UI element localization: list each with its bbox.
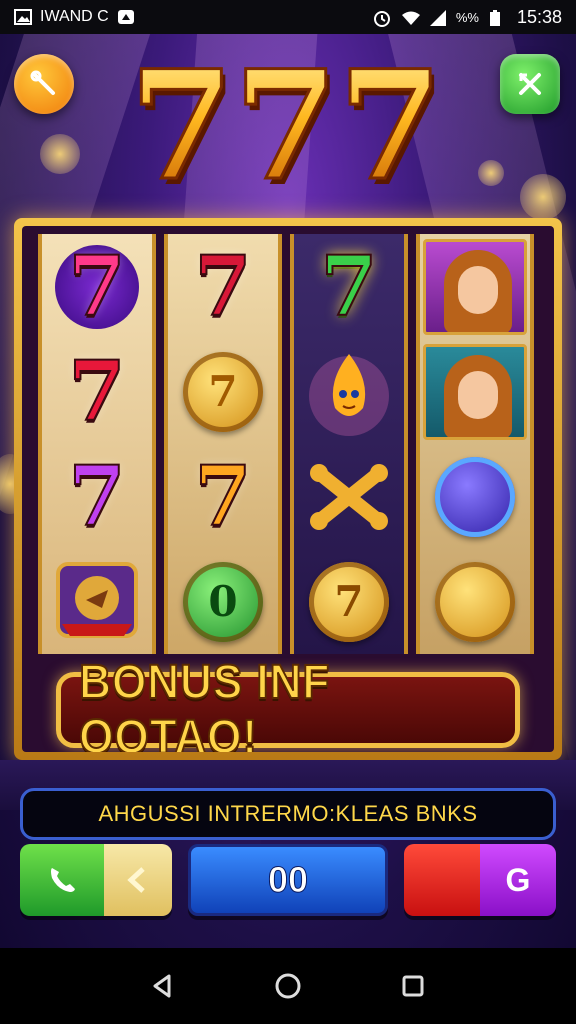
action-control[interactable]: G bbox=[404, 844, 556, 916]
call-control[interactable] bbox=[20, 844, 172, 916]
status-left-text: IWAND C bbox=[40, 8, 109, 25]
reel-4 bbox=[416, 234, 534, 654]
back-triangle-icon bbox=[153, 974, 171, 998]
bonus-banner-text: BONUS INF QOTAO! bbox=[78, 655, 331, 752]
phone-button[interactable] bbox=[20, 844, 104, 916]
symbol-bone bbox=[294, 444, 404, 549]
nav-recents-button[interactable] bbox=[391, 964, 435, 1008]
symbol-emblem bbox=[42, 549, 152, 654]
symbol-seven: 7 bbox=[319, 238, 378, 335]
recents-square-icon bbox=[402, 975, 424, 997]
symbol-seven: 7 bbox=[67, 343, 126, 440]
reel-2: 7 7 7 0 bbox=[164, 234, 282, 654]
symbol-green-zero: 0 bbox=[168, 549, 278, 654]
wifi-icon bbox=[400, 9, 420, 25]
info-ticker: AHGUSSI INTRERMO:KLEAS BNKS bbox=[20, 788, 556, 840]
bonus-banner: BONUS INF QOTAO! bbox=[56, 655, 520, 752]
reel-1: 7 7 7 bbox=[38, 234, 156, 654]
ticker-text: AHGUSSI INTRERMO:KLEAS BNKS bbox=[98, 801, 478, 826]
gallery-icon bbox=[14, 9, 32, 25]
orb-icon bbox=[435, 456, 515, 537]
portrait-icon bbox=[423, 238, 527, 335]
back-arrow-button[interactable] bbox=[104, 844, 172, 916]
logo-777: 777 777 bbox=[128, 56, 447, 206]
symbol-orb bbox=[420, 444, 530, 549]
signal-icon bbox=[428, 9, 446, 26]
logo-text: 777 bbox=[129, 56, 442, 206]
alarm-icon bbox=[372, 9, 390, 27]
bone-icon bbox=[310, 463, 388, 530]
symbol-seven-coin: 7 bbox=[168, 339, 278, 444]
battery-icon bbox=[489, 9, 507, 26]
symbol-portrait bbox=[420, 339, 530, 444]
red-button[interactable] bbox=[404, 844, 480, 916]
symbol-coin bbox=[420, 549, 530, 654]
emblem-icon bbox=[56, 561, 138, 638]
symbol-flame-face bbox=[294, 339, 404, 444]
g-button[interactable]: G bbox=[480, 844, 556, 916]
status-bar: IWAND C %% 15:38 bbox=[0, 0, 576, 34]
crossed-arrows-icon bbox=[519, 73, 541, 95]
nav-home-button[interactable] bbox=[266, 964, 310, 1008]
symbol-seven-coin: 7 bbox=[294, 549, 404, 654]
bokeh-light bbox=[478, 160, 504, 186]
status-time: 15:38 bbox=[516, 6, 562, 27]
nav-back-button[interactable] bbox=[141, 964, 185, 1008]
system-nav-bar bbox=[0, 948, 576, 1024]
phone-icon bbox=[51, 868, 75, 892]
network-label: %% bbox=[455, 9, 479, 25]
bet-display-text: 00 bbox=[267, 859, 309, 901]
notification-icon bbox=[117, 9, 135, 25]
symbol-portrait bbox=[420, 234, 530, 339]
expand-button[interactable] bbox=[500, 54, 560, 114]
reel-frame: 7 7 7 7 7 7 0 7 7 BONUS INF QOTAO! bbox=[14, 218, 562, 760]
symbol-seven: 7 bbox=[67, 448, 126, 545]
bokeh-light bbox=[40, 134, 80, 174]
chevron-left-icon bbox=[127, 867, 145, 893]
flame-face-icon bbox=[309, 353, 389, 436]
portrait-icon bbox=[423, 343, 527, 440]
bet-display-button[interactable]: 00 bbox=[188, 844, 388, 916]
slot-game-screen: 777 777 7 7 7 7 7 7 0 7 7 BONUS INF QOTA… bbox=[0, 34, 576, 948]
gold-coin-icon bbox=[435, 561, 515, 642]
symbol-seven: 7 bbox=[193, 238, 252, 335]
g-button-label: G bbox=[505, 861, 531, 898]
tools-button[interactable] bbox=[14, 54, 74, 114]
symbol-seven: 7 bbox=[193, 448, 252, 545]
symbol-seven: 7 bbox=[42, 234, 152, 339]
bokeh-light bbox=[520, 174, 566, 220]
wrench-icon bbox=[30, 70, 55, 95]
home-circle-icon bbox=[275, 973, 301, 999]
reel-3: 7 7 bbox=[290, 234, 408, 654]
